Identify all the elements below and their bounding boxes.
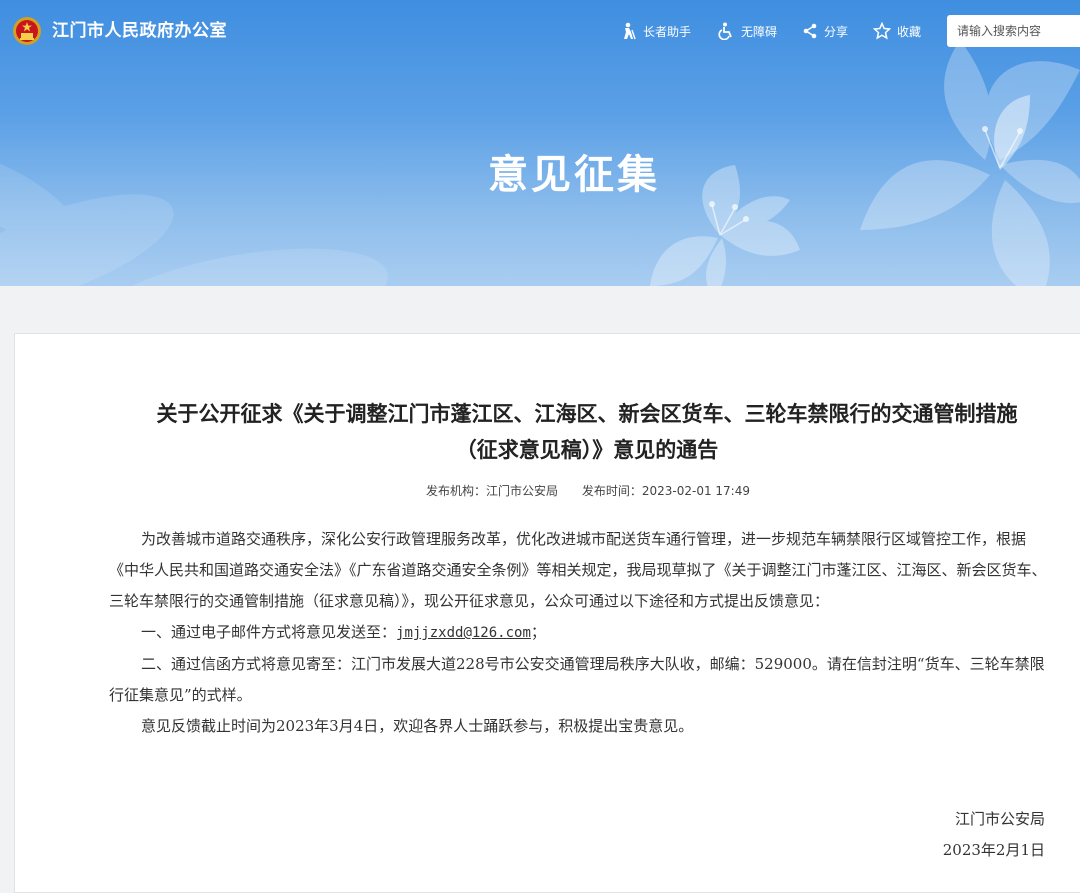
paragraph-intro: 为改善城市道路交通秩序，深化公安行政管理服务改革，优化改进城市配送货车通行管理，… bbox=[109, 530, 1047, 610]
top-bar: 江门市人民政府办公室 长者助手 无障碍 分享 收藏 请输入搜索内容 bbox=[0, 0, 1080, 60]
elder-assist-label: 长者助手 bbox=[643, 24, 692, 39]
search-input[interactable] bbox=[947, 15, 1080, 47]
paragraph-letter: 二、通过信函方式将意见寄至：江门市发展大道228号市公安交通管理局秩序大队收，邮… bbox=[109, 655, 1045, 704]
publisher-info: 发布机构：江门市公安局 bbox=[426, 484, 558, 498]
accessibility-label: 无障碍 bbox=[741, 24, 778, 39]
paragraph-deadline: 意见反馈截止时间为2023年3月4日，欢迎各界人士踊跃参与，积极提出宝贵意见。 bbox=[141, 717, 694, 735]
email-instruction: 一、通过电子邮件方式将意见发送至： bbox=[141, 623, 397, 641]
publish-time-info: 发布时间：2023-02-01 17:49 bbox=[582, 484, 750, 498]
article-body: 为改善城市道路交通秩序，深化公安行政管理服务改革，优化改进城市配送货车通行管理，… bbox=[109, 524, 1049, 742]
article-meta: 发布机构：江门市公安局 发布时间：2023-02-01 17:49 bbox=[15, 482, 1080, 499]
favorite-label: 收藏 bbox=[897, 24, 922, 39]
star-icon bbox=[873, 22, 891, 40]
banner-title: 意见征集 bbox=[488, 152, 660, 198]
site-name[interactable]: 江门市人民政府办公室 bbox=[52, 18, 227, 44]
national-emblem-logo[interactable] bbox=[12, 16, 42, 46]
favorite-button[interactable]: 收藏 bbox=[873, 20, 921, 42]
accessibility-button[interactable]: 无障碍 bbox=[717, 20, 777, 42]
publish-time-value: 2023-02-01 17:49 bbox=[641, 484, 750, 498]
publisher-label: 发布机构： bbox=[425, 484, 486, 498]
signature-date: 2023年2月1日 bbox=[942, 841, 1045, 859]
elder-assist-icon bbox=[624, 22, 636, 40]
share-button[interactable]: 分享 bbox=[802, 20, 848, 42]
share-label: 分享 bbox=[824, 24, 849, 39]
article-card: 关于公开征求《关于调整江门市蓬江区、江海区、新会区货车、三轮车禁限行的交通管制措… bbox=[14, 333, 1080, 893]
accessibility-icon bbox=[718, 22, 732, 40]
article-title-line2: （征求意见稿）》意见的通告 bbox=[455, 438, 719, 462]
banner: 江门市人民政府办公室 长者助手 无障碍 分享 收藏 请输入搜索内容 意见征集 bbox=[0, 0, 1080, 286]
paragraph-email: 一、通过电子邮件方式将意见发送至：jmjjzxdd@126.com； bbox=[109, 617, 1049, 649]
email-suffix: ； bbox=[530, 623, 546, 641]
publisher-value: 江门市公安局 bbox=[486, 484, 559, 498]
article-title-line1: 关于公开征求《关于调整江门市蓬江区、江海区、新会区货车、三轮车禁限行的交通管制措… bbox=[156, 402, 1018, 426]
email-link[interactable]: jmjjzxdd@126.com bbox=[396, 625, 531, 641]
article-title: 关于公开征求《关于调整江门市蓬江区、江海区、新会区货车、三轮车禁限行的交通管制措… bbox=[101, 396, 1073, 468]
signature: 江门市公安局 2023年2月1日 bbox=[915, 804, 1045, 866]
elder-assist-button[interactable]: 长者助手 bbox=[619, 20, 691, 42]
share-icon bbox=[803, 23, 817, 39]
signature-org: 江门市公安局 bbox=[954, 810, 1045, 828]
publish-time-label: 发布时间： bbox=[581, 484, 642, 498]
